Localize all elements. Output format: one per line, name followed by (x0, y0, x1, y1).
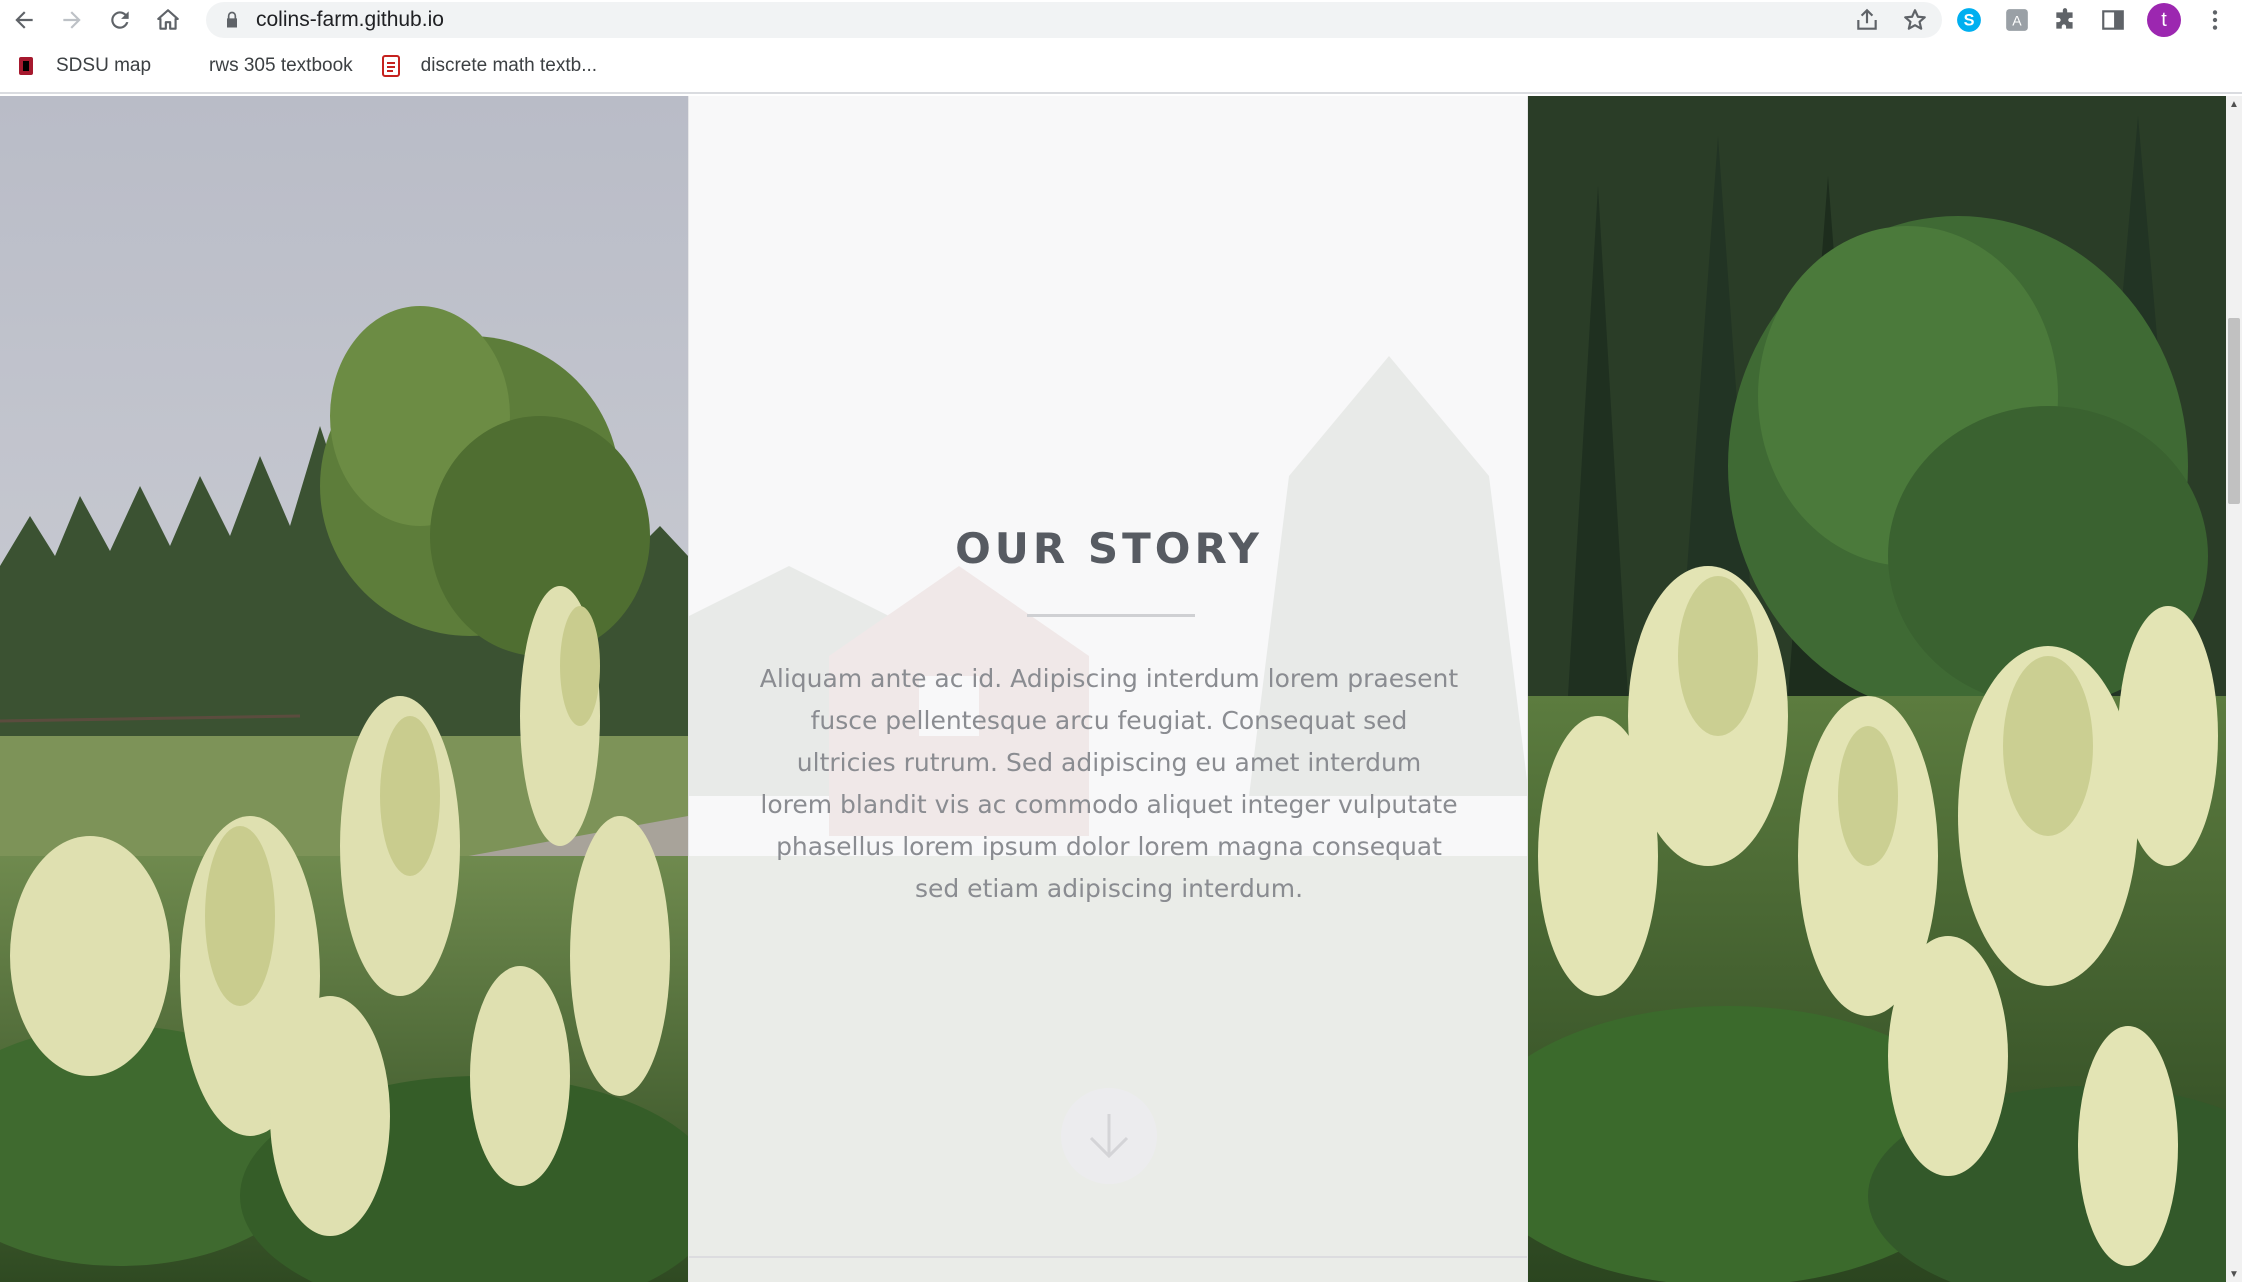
reload-button[interactable] (96, 0, 144, 40)
section-divider (689, 1256, 1527, 1258)
bookmark-rws-305-textbook[interactable]: rws 305 textbook (195, 46, 367, 86)
browser-toolbar: colins-farm.github.io S A t (0, 0, 2242, 40)
bookmark-label: SDSU map (56, 55, 152, 76)
bookmark-label: discrete math textb... (420, 55, 598, 76)
farm-photo-left (0, 96, 688, 1282)
arrow-down-icon (1089, 1114, 1129, 1159)
arrow-right-icon (63, 11, 81, 29)
section-title: OUR STORY (955, 524, 1263, 573)
story-paragraph: Aliquam ante ac id. Adipiscing interdum … (759, 664, 1459, 903)
side-panel-icon[interactable] (2099, 6, 2127, 34)
home-button[interactable] (144, 0, 192, 40)
bookmark-discrete-math-textbook[interactable]: discrete math textb... (367, 46, 611, 86)
home-icon (157, 9, 179, 30)
address-bar[interactable]: colins-farm.github.io (206, 2, 1942, 38)
bookmark-sdsu-map[interactable]: SDSU map (2, 46, 165, 86)
forward-button[interactable] (48, 0, 96, 40)
bookmark-label: rws 305 textbook (209, 55, 353, 76)
svg-text:A: A (2012, 12, 2022, 28)
our-story-section: OUR STORY Aliquam ante ac id. Adipiscing… (688, 96, 1528, 1282)
lock-icon (227, 11, 237, 28)
title-divider (1027, 614, 1195, 617)
scroll-down-button[interactable] (1061, 1088, 1157, 1184)
scroll-up-arrow-icon[interactable]: ▲ (2226, 96, 2242, 112)
bookmark-star-icon[interactable] (1902, 7, 1928, 33)
url-text[interactable]: colins-farm.github.io (256, 8, 444, 32)
menu-kebab-icon[interactable] (2201, 6, 2229, 34)
bookmarks-bar: SDSU map rws 305 textbook discrete math … (0, 40, 2242, 94)
translate-extension-icon[interactable]: A (2003, 6, 2031, 34)
page-scrollbar[interactable]: ▲ ▼ (2226, 96, 2242, 1282)
profile-avatar[interactable]: t (2147, 3, 2181, 37)
svg-text:S: S (1964, 11, 1975, 29)
arrow-left-icon (15, 11, 33, 29)
back-button[interactable] (0, 0, 48, 40)
scroll-down-arrow-icon[interactable]: ▼ (2226, 1266, 2242, 1282)
scroll-thumb[interactable] (2228, 318, 2240, 504)
sdsu-favicon-icon (19, 57, 33, 75)
document-favicon-icon (381, 55, 400, 77)
skype-extension-icon[interactable]: S (1955, 6, 1983, 34)
farm-photo-right (1528, 96, 2226, 1282)
reload-icon (111, 11, 129, 29)
extensions-puzzle-icon[interactable] (2051, 6, 2079, 34)
page-viewport: OUR STORY Aliquam ante ac id. Adipiscing… (0, 96, 2226, 1282)
share-icon[interactable] (1854, 7, 1880, 33)
